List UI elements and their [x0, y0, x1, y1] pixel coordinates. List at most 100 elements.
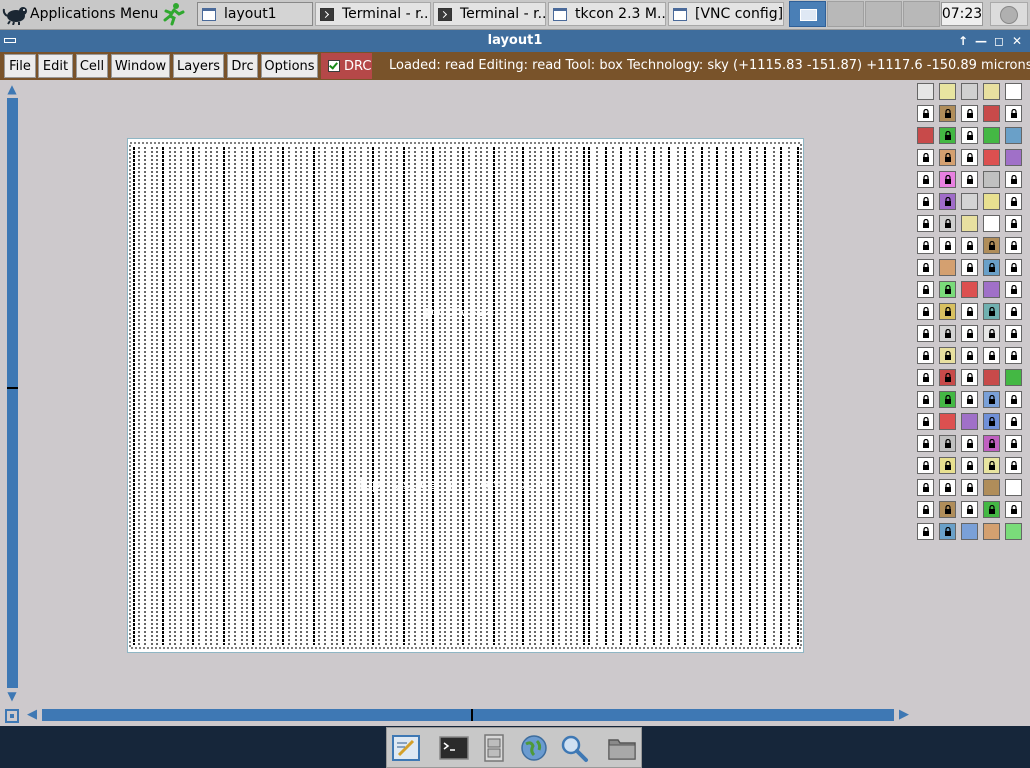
shade-button[interactable]: ↑ — [955, 33, 971, 49]
layer-swatch[interactable] — [917, 369, 934, 386]
layer-swatch[interactable] — [939, 193, 956, 210]
layer-swatch[interactable] — [1005, 149, 1022, 166]
layer-swatch[interactable] — [917, 479, 934, 496]
layer-swatch[interactable] — [917, 259, 934, 276]
layer-swatch[interactable] — [939, 171, 956, 188]
layer-swatch[interactable] — [917, 105, 934, 122]
layer-swatch[interactable] — [917, 347, 934, 364]
layer-swatch[interactable] — [983, 479, 1000, 496]
layer-swatch[interactable] — [1005, 479, 1022, 496]
layer-swatch[interactable] — [983, 215, 1000, 232]
layer-swatch[interactable] — [1005, 501, 1022, 518]
web-browser-icon[interactable] — [519, 733, 549, 763]
cell-picorv32a[interactable] — [127, 138, 804, 653]
zoom-box-button[interactable] — [5, 709, 19, 723]
menu-window[interactable]: Window — [111, 54, 170, 78]
layer-swatch[interactable] — [917, 391, 934, 408]
layer-swatch[interactable] — [939, 83, 956, 100]
layer-swatch[interactable] — [961, 127, 978, 144]
layer-swatch[interactable] — [983, 303, 1000, 320]
system-tray[interactable] — [990, 2, 1028, 26]
layer-swatch[interactable] — [1005, 413, 1022, 430]
layer-swatch[interactable] — [983, 237, 1000, 254]
layer-swatch[interactable] — [917, 325, 934, 342]
terminal-icon[interactable] — [439, 733, 469, 763]
applications-menu-button[interactable]: Applications Menu — [2, 1, 158, 27]
layer-swatch[interactable] — [983, 127, 1000, 144]
layer-swatch[interactable] — [939, 435, 956, 452]
layer-swatch[interactable] — [961, 501, 978, 518]
scroll-up-icon[interactable]: ▲ — [5, 82, 19, 96]
layer-swatch[interactable] — [917, 501, 934, 518]
runner-icon[interactable] — [160, 2, 186, 26]
workspace-2[interactable] — [827, 1, 864, 27]
layer-swatch[interactable] — [1005, 347, 1022, 364]
menu-options[interactable]: Options — [261, 54, 318, 78]
workspace-3[interactable] — [865, 1, 902, 27]
workspace-4[interactable] — [903, 1, 940, 27]
layer-swatch[interactable] — [1005, 171, 1022, 188]
layer-swatch[interactable] — [1005, 391, 1022, 408]
task-terminal-1[interactable]: Terminal - r... — [315, 2, 431, 26]
layer-swatch[interactable] — [983, 281, 1000, 298]
search-icon[interactable] — [559, 733, 589, 763]
layer-swatch[interactable] — [983, 83, 1000, 100]
layer-swatch[interactable] — [983, 501, 1000, 518]
vertical-scroll-thumb[interactable] — [7, 387, 18, 389]
vertical-scroll-track[interactable] — [7, 98, 18, 688]
layer-swatch[interactable] — [983, 391, 1000, 408]
layer-swatch[interactable] — [939, 391, 956, 408]
layer-swatch[interactable] — [939, 149, 956, 166]
file-manager-icon[interactable] — [479, 733, 509, 763]
layer-swatch[interactable] — [917, 281, 934, 298]
minimize-button[interactable]: — — [973, 33, 989, 49]
scroll-left-icon[interactable]: ◀ — [24, 707, 40, 723]
layer-swatch[interactable] — [939, 237, 956, 254]
menu-layers[interactable]: Layers — [173, 54, 224, 78]
layer-swatch[interactable] — [961, 303, 978, 320]
layer-swatch[interactable] — [961, 105, 978, 122]
layer-swatch[interactable] — [939, 105, 956, 122]
layer-swatch[interactable] — [983, 457, 1000, 474]
layer-swatch[interactable] — [939, 215, 956, 232]
layer-swatch[interactable] — [961, 347, 978, 364]
layer-swatch[interactable] — [1005, 325, 1022, 342]
layer-swatch[interactable] — [961, 325, 978, 342]
layer-swatch[interactable] — [939, 369, 956, 386]
layer-swatch[interactable] — [939, 127, 956, 144]
close-button[interactable]: ✕ — [1009, 33, 1025, 49]
layer-swatch[interactable] — [983, 369, 1000, 386]
layer-swatch[interactable] — [983, 413, 1000, 430]
menu-edit[interactable]: Edit — [38, 54, 73, 78]
maximize-button[interactable]: ◻ — [991, 33, 1007, 49]
layer-swatch[interactable] — [961, 479, 978, 496]
layer-swatch[interactable] — [917, 523, 934, 540]
layer-swatch[interactable] — [1005, 215, 1022, 232]
layer-swatch[interactable] — [983, 259, 1000, 276]
layer-swatch[interactable] — [961, 259, 978, 276]
layer-swatch[interactable] — [1005, 457, 1022, 474]
layer-swatch[interactable] — [961, 369, 978, 386]
layer-swatch[interactable] — [917, 237, 934, 254]
layer-swatch[interactable] — [917, 193, 934, 210]
layer-swatch[interactable] — [983, 325, 1000, 342]
layout-canvas[interactable]: picorv32a Topmost cell in the window — [21, 80, 915, 706]
layer-swatch[interactable] — [961, 83, 978, 100]
layer-swatch[interactable] — [1005, 369, 1022, 386]
menu-drc[interactable]: Drc — [227, 54, 258, 78]
layer-swatch[interactable] — [939, 303, 956, 320]
layer-swatch[interactable] — [961, 435, 978, 452]
layer-swatch[interactable] — [1005, 105, 1022, 122]
task-tkcon[interactable]: tkcon 2.3 M... — [548, 2, 666, 26]
drc-toggle[interactable]: DRC — [321, 53, 372, 79]
layer-swatch[interactable] — [961, 237, 978, 254]
horizontal-scroll-track[interactable] — [42, 709, 894, 721]
scroll-right-icon[interactable]: ▶ — [896, 707, 912, 723]
layer-swatch[interactable] — [983, 347, 1000, 364]
layer-swatch[interactable] — [961, 149, 978, 166]
layer-swatch[interactable] — [939, 523, 956, 540]
clock[interactable]: 07:23 — [941, 2, 983, 26]
layer-swatch[interactable] — [917, 171, 934, 188]
task-vnc-config[interactable]: [VNC config] — [668, 2, 784, 26]
layer-swatch[interactable] — [983, 105, 1000, 122]
